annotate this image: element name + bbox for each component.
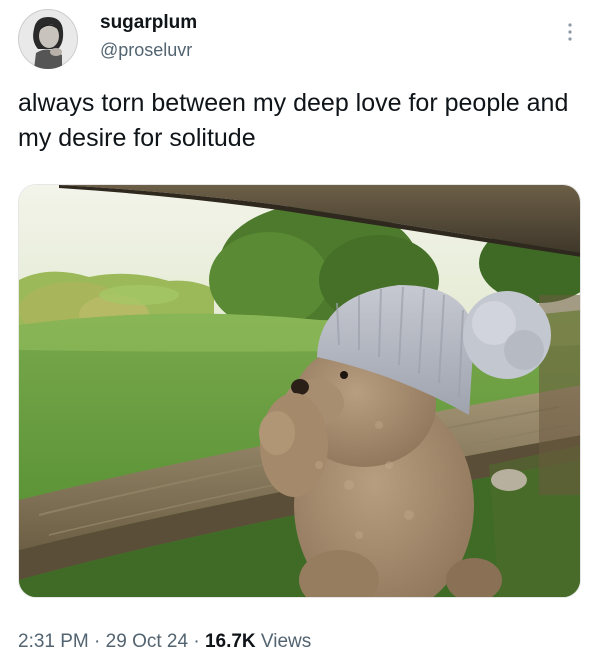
tweet-card: sugarplum @proseluvr always torn between… xyxy=(0,0,600,670)
meta-separator: · xyxy=(88,631,106,652)
views-count[interactable]: 16.7K xyxy=(205,631,256,652)
display-name[interactable]: sugarplum xyxy=(100,12,197,34)
views-label: Views xyxy=(255,631,312,652)
tweet-text: always torn between my deep love for peo… xyxy=(18,89,569,152)
meta-separator: · xyxy=(188,631,205,652)
tweet-time[interactable]: 2:31 PM xyxy=(18,631,89,652)
user-handle[interactable]: @proseluvr xyxy=(100,40,192,61)
tweet-date[interactable]: 29 Oct 24 xyxy=(106,631,188,652)
tweet-metadata: 2:31 PM · 29 Oct 24 · 16.7K Views xyxy=(18,631,311,653)
teddy-bear-photo xyxy=(19,185,580,597)
more-vertical-icon[interactable] xyxy=(560,20,580,44)
avatar-image xyxy=(18,9,78,69)
tweet-media-image[interactable] xyxy=(18,184,581,598)
avatar[interactable] xyxy=(18,9,78,69)
